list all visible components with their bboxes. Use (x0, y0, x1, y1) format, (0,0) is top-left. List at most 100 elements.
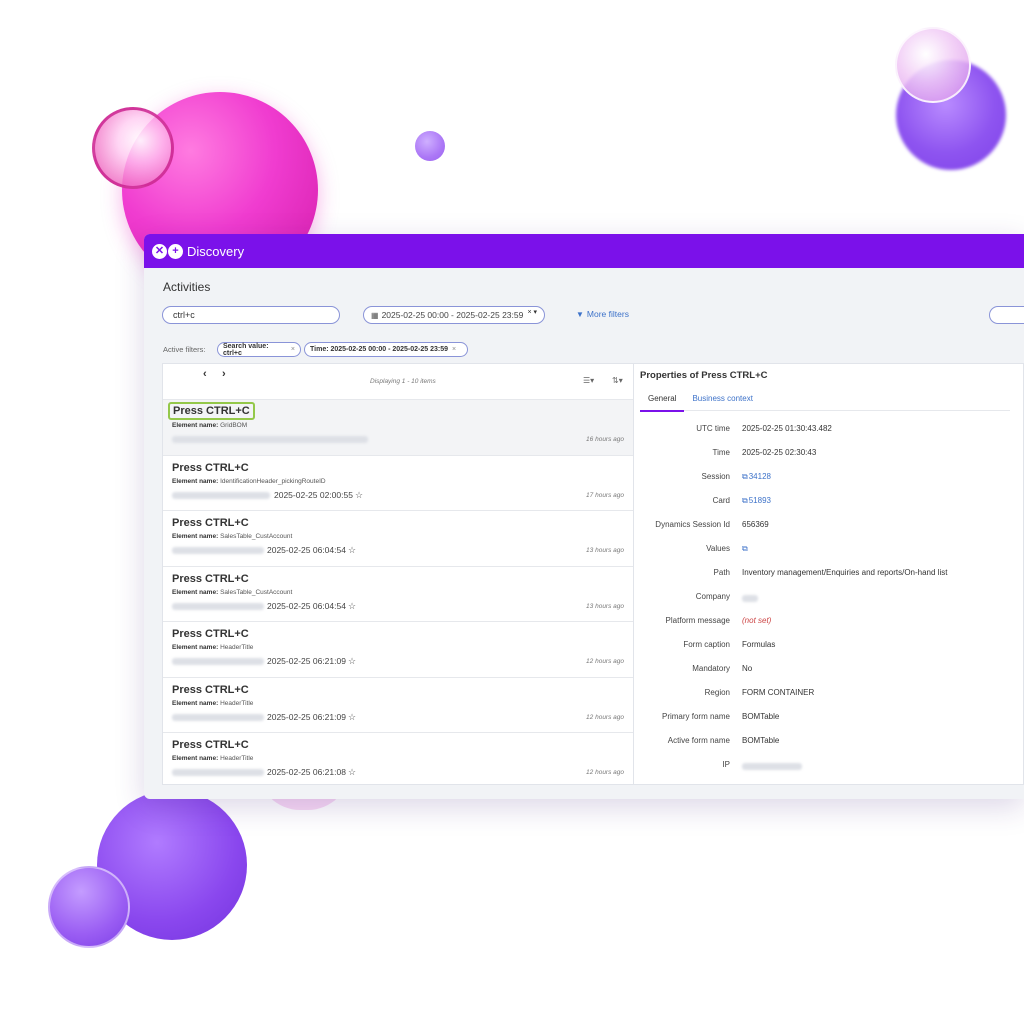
property-row-platform-message: Platform message (not set) (634, 616, 1024, 630)
logo-plus-icon: + (168, 243, 183, 259)
property-key: Session (701, 472, 730, 481)
list-item[interactable]: Press CTRL+C Element name: HeaderTitle 2… (163, 622, 633, 678)
relative-time: 13 hours ago (586, 602, 624, 610)
list-header: ‹ › Displaying 1 - 10 items ☰▾ ⇅▾ (163, 364, 633, 400)
property-row-values: Values ⧉ (634, 544, 1024, 558)
more-filters-button[interactable]: ▼ More filters (576, 309, 629, 319)
tab-business-context[interactable]: Business context (684, 388, 760, 410)
decor-bubble-purple-bottom-small (48, 866, 130, 948)
session-link[interactable]: ⧉34128 (742, 472, 771, 482)
list-view-icon[interactable]: ☰▾ (583, 376, 594, 385)
star-icon[interactable]: ☆ (348, 767, 356, 777)
redacted-user (172, 713, 264, 721)
list-item[interactable]: Press CTRL+C Element name: SalesTable_Cu… (163, 511, 633, 567)
brand-logo[interactable]: ✕ + Discovery (152, 243, 244, 259)
element-name: Element name: IdentificationHeader_picki… (172, 477, 326, 485)
activity-title: Press CTRL+C (172, 739, 249, 751)
property-row-ip: IP (634, 760, 1024, 774)
property-key: Region (704, 688, 730, 697)
activity-title: Press CTRL+C (172, 628, 249, 640)
redacted-user (172, 547, 264, 554)
property-row-primary-form-name: Primary form name BOMTable (634, 712, 1024, 726)
property-key: Company (695, 592, 730, 601)
property-value: No (742, 664, 753, 673)
redacted-user (172, 491, 270, 499)
page-title: Activities (163, 280, 211, 294)
list-item[interactable]: Press CTRL+C Element name: GridBOM 16 ho… (163, 400, 633, 456)
date-clear-dropdown-icon[interactable]: × ▾ (527, 308, 537, 316)
list-item[interactable]: Press CTRL+C Element name: Identificatio… (163, 456, 633, 511)
chevron-left-icon[interactable]: ‹ (203, 368, 207, 380)
list-item[interactable]: Press CTRL+C Element name: SalesTable_Cu… (163, 567, 633, 622)
relative-time: 12 hours ago (586, 769, 624, 776)
property-key: Dynamics Session Id (655, 520, 730, 529)
relative-time: 13 hours ago (586, 547, 624, 554)
property-value: 656369 (742, 520, 769, 529)
activity-datetime: 2025-02-25 06:21:08 ☆ (267, 767, 357, 777)
decor-bubble-pink-small (92, 107, 174, 189)
date-range-picker[interactable]: ▦ 2025-02-25 00:00 - 2025-02-25 23:59 × … (363, 306, 545, 324)
activity-datetime: 2025-02-25 06:04:54 ☆ (267, 545, 357, 555)
property-value: BOMTable (742, 712, 780, 721)
properties-panel: Properties of Press CTRL+C General Busin… (634, 363, 1024, 785)
star-icon[interactable]: ☆ (348, 656, 356, 666)
secondary-input[interactable] (989, 306, 1024, 324)
property-value: BOMTable (742, 736, 780, 745)
property-row-session: Session ⧉34128 (634, 472, 1024, 486)
app-window: ✕ + Discovery Activities ctrl+c ▦ 2025-0… (144, 234, 1024, 799)
close-icon[interactable]: × (452, 346, 456, 353)
close-icon[interactable]: × (291, 346, 295, 353)
redacted-user (172, 769, 264, 776)
filter-chip-label: Time: 2025-02-25 00:00 - 2025-02-25 23:5… (310, 346, 449, 353)
property-row-time: Time 2025-02-25 02:30:43 (634, 448, 1024, 462)
redacted-ip (742, 763, 802, 770)
external-link-icon: ⧉ (742, 472, 748, 481)
sort-icon[interactable]: ⇅▾ (612, 376, 623, 385)
relative-time: 12 hours ago (586, 658, 624, 665)
activity-list-panel: ‹ › Displaying 1 - 10 items ☰▾ ⇅▾ Press … (162, 363, 634, 785)
property-row-path: Path Inventory management/Enquiries and … (634, 568, 1024, 582)
tab-general[interactable]: General (640, 388, 685, 412)
activity-title: Press CTRL+C (172, 572, 249, 585)
active-filters-label: Active filters: (163, 345, 206, 354)
star-icon[interactable]: ☆ (348, 712, 356, 722)
element-name: Element name: HeaderTitle (172, 755, 254, 762)
property-key: Form caption (683, 640, 730, 649)
top-bar: ✕ + Discovery (144, 234, 1024, 268)
calendar-icon: ▦ (371, 310, 379, 320)
element-name: Element name: GridBOM (172, 422, 248, 429)
property-key: Mandatory (692, 664, 730, 673)
activity-datetime: 2025-02-25 06:21:09 ☆ (267, 711, 357, 722)
relative-time: 17 hours ago (586, 491, 624, 499)
search-input[interactable]: ctrl+c (162, 306, 340, 324)
property-key: Primary form name (661, 712, 730, 721)
star-icon[interactable]: ☆ (348, 601, 356, 611)
decor-bubble-glass-topright (895, 27, 971, 103)
activity-datetime: 2025-02-25 06:04:54 ☆ (267, 600, 357, 611)
redacted-user (172, 602, 264, 610)
star-icon[interactable]: ☆ (355, 490, 363, 500)
filter-chip-search[interactable]: Search value: ctrl+c × (217, 342, 301, 357)
property-row-region: Region FORM CONTAINER (634, 688, 1024, 702)
search-input-value: ctrl+c (173, 310, 195, 320)
property-key: Time (712, 448, 730, 457)
filter-chip-time[interactable]: Time: 2025-02-25 00:00 - 2025-02-25 23:5… (304, 342, 468, 357)
logo-x-icon: ✕ (152, 243, 167, 259)
property-row-company: Company (634, 592, 1024, 606)
activity-title: Press CTRL+C (172, 683, 249, 696)
property-row-mandatory: Mandatory No (634, 664, 1024, 678)
list-item[interactable]: Press CTRL+C Element name: HeaderTitle 2… (163, 733, 633, 784)
property-key: Platform message (665, 616, 730, 625)
filter-chip-label: Search value: ctrl+c (223, 342, 269, 357)
chevron-right-icon[interactable]: › (222, 368, 226, 380)
values-link[interactable]: ⧉ (742, 544, 749, 554)
star-icon[interactable]: ☆ (348, 545, 356, 555)
property-value: (not set) (742, 616, 772, 625)
card-link[interactable]: ⧉51893 (742, 496, 771, 506)
more-filters-label: More filters (586, 309, 629, 319)
list-item[interactable]: Press CTRL+C Element name: HeaderTitle 2… (163, 678, 633, 733)
redacted-company (742, 595, 758, 602)
relative-time: 12 hours ago (586, 713, 624, 721)
property-key: Path (713, 568, 730, 577)
filter-icon: ▼ (576, 309, 584, 319)
